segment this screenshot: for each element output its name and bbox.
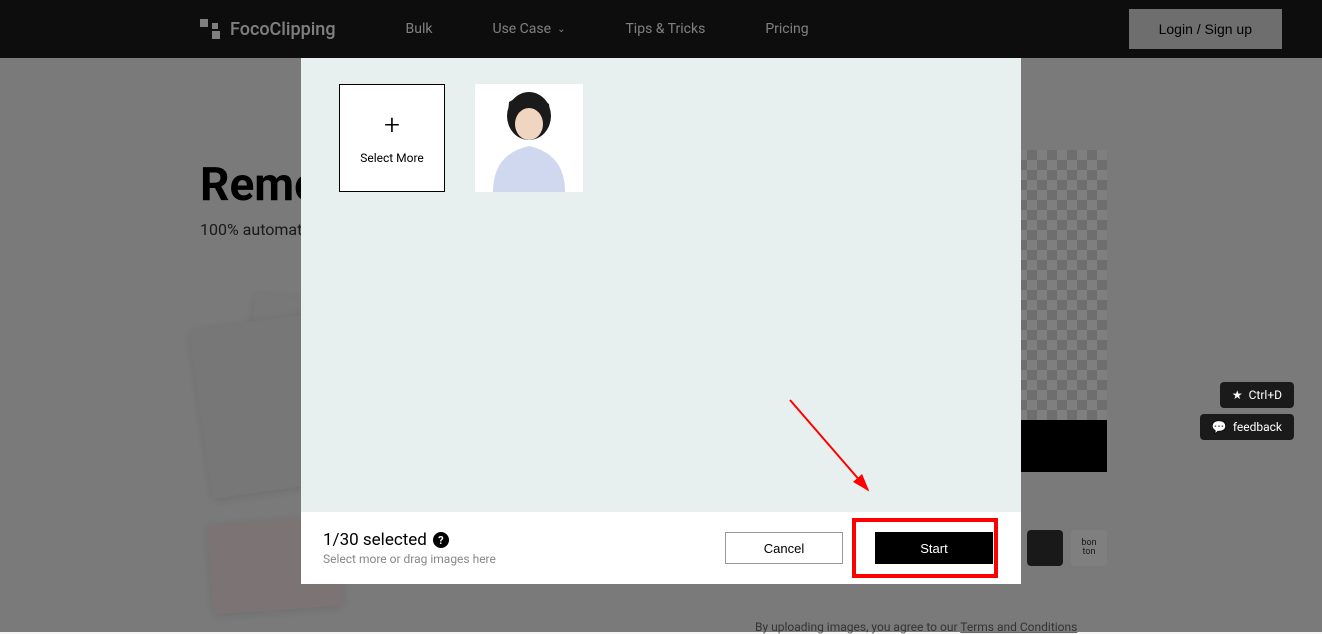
upload-modal: + Select More 1/30 selected ? Select mor… [301, 58, 1021, 584]
cancel-button[interactable]: Cancel [725, 532, 843, 564]
chat-icon: 💬 [1212, 420, 1227, 434]
select-more-button[interactable]: + Select More [339, 84, 445, 192]
star-icon: ★ [1232, 388, 1243, 402]
footer-hint: Select more or drag images here [323, 552, 715, 566]
bookmark-shortcut-widget[interactable]: ★ Ctrl+D [1220, 382, 1294, 408]
modal-body[interactable]: + Select More [301, 58, 1021, 512]
plus-icon: + [384, 111, 400, 139]
uploaded-image-thumbnail[interactable] [475, 84, 583, 192]
selected-count: 1/30 selected ? [323, 530, 715, 550]
feedback-widget[interactable]: 💬 feedback [1200, 414, 1294, 440]
modal-footer: 1/30 selected ? Select more or drag imag… [301, 512, 1021, 584]
select-more-label: Select More [360, 151, 424, 165]
help-icon[interactable]: ? [433, 532, 449, 548]
start-button[interactable]: Start [875, 532, 993, 564]
person-image-icon [479, 84, 579, 192]
